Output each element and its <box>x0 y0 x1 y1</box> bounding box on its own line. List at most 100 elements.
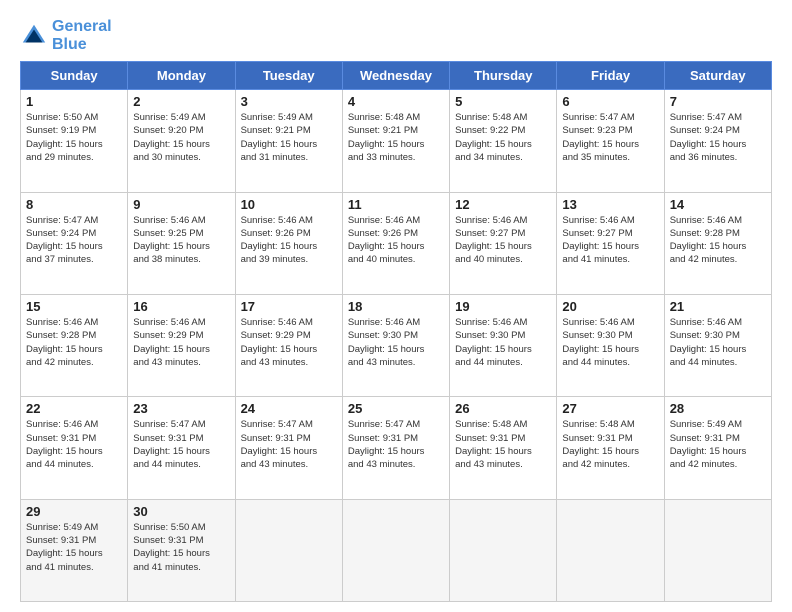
calendar-empty-cell <box>450 499 557 601</box>
day-number: 13 <box>562 197 658 212</box>
calendar-day-1: 1Sunrise: 5:50 AM Sunset: 9:19 PM Daylig… <box>21 90 128 192</box>
calendar-day-11: 11 Sunrise: 5:46 AM Sunset: 9:26 PM Dayli… <box>342 192 449 294</box>
day-info: Sunrise: 5:46 AM Sunset: 9:30 PM Dayligh… <box>348 316 444 369</box>
calendar-day-30: 30 Sunrise: 5:50 AM Sunset: 9:31 PM Dayli… <box>128 499 235 601</box>
calendar-empty-cell <box>235 499 342 601</box>
day-number: 10 <box>241 197 337 212</box>
calendar-day-16: 16 Sunrise: 5:46 AM Sunset: 9:29 PM Dayli… <box>128 294 235 396</box>
day-number: 8 <box>26 197 122 212</box>
day-number: 25 <box>348 401 444 416</box>
day-info: Sunrise: 5:47 AM Sunset: 9:31 PM Dayligh… <box>133 418 229 471</box>
day-info: Sunrise: 5:46 AM Sunset: 9:26 PM Dayligh… <box>348 214 444 267</box>
day-info: Sunrise: 5:49 AM Sunset: 9:31 PM Dayligh… <box>26 521 122 574</box>
day-number: 9 <box>133 197 229 212</box>
page: General Blue SundayMondayTuesdayWednesda… <box>0 0 792 612</box>
calendar-week-row: 1Sunrise: 5:50 AM Sunset: 9:19 PM Daylig… <box>21 90 772 192</box>
weekday-header-tuesday: Tuesday <box>235 62 342 90</box>
header: General Blue <box>20 18 772 53</box>
calendar-day-2: 2 Sunrise: 5:49 AM Sunset: 9:20 PM Daylig… <box>128 90 235 192</box>
day-number: 22 <box>26 401 122 416</box>
weekday-header-friday: Friday <box>557 62 664 90</box>
weekday-header-monday: Monday <box>128 62 235 90</box>
calendar-day-19: 19 Sunrise: 5:46 AM Sunset: 9:30 PM Dayli… <box>450 294 557 396</box>
weekday-header-wednesday: Wednesday <box>342 62 449 90</box>
calendar-day-29: 29 Sunrise: 5:49 AM Sunset: 9:31 PM Dayli… <box>21 499 128 601</box>
day-number: 14 <box>670 197 766 212</box>
calendar-day-7: 7Sunrise: 5:47 AM Sunset: 9:24 PM Daylig… <box>664 90 771 192</box>
day-number: 4 <box>348 94 444 109</box>
day-info: Sunrise: 5:47 AM Sunset: 9:31 PM Dayligh… <box>348 418 444 471</box>
day-number: 3 <box>241 94 337 109</box>
day-number: 6 <box>562 94 658 109</box>
calendar-week-row: 29 Sunrise: 5:49 AM Sunset: 9:31 PM Dayli… <box>21 499 772 601</box>
weekday-header-sunday: Sunday <box>21 62 128 90</box>
weekday-header-row: SundayMondayTuesdayWednesdayThursdayFrid… <box>21 62 772 90</box>
calendar-empty-cell <box>557 499 664 601</box>
calendar-day-23: 23 Sunrise: 5:47 AM Sunset: 9:31 PM Dayli… <box>128 397 235 499</box>
calendar-day-25: 25 Sunrise: 5:47 AM Sunset: 9:31 PM Dayli… <box>342 397 449 499</box>
calendar-table: SundayMondayTuesdayWednesdayThursdayFrid… <box>20 61 772 602</box>
day-info: Sunrise: 5:46 AM Sunset: 9:27 PM Dayligh… <box>455 214 551 267</box>
day-info: Sunrise: 5:46 AM Sunset: 9:25 PM Dayligh… <box>133 214 229 267</box>
calendar-week-row: 8 Sunrise: 5:47 AM Sunset: 9:24 PM Daylig… <box>21 192 772 294</box>
day-info: Sunrise: 5:48 AM Sunset: 9:21 PM Dayligh… <box>348 111 444 164</box>
calendar-day-27: 27 Sunrise: 5:48 AM Sunset: 9:31 PM Dayli… <box>557 397 664 499</box>
day-number: 21 <box>670 299 766 314</box>
day-info: Sunrise: 5:47 AM Sunset: 9:24 PM Dayligh… <box>670 111 766 164</box>
day-number: 11 <box>348 197 444 212</box>
day-info: Sunrise: 5:47 AM Sunset: 9:24 PM Dayligh… <box>26 214 122 267</box>
logo-icon <box>20 22 48 50</box>
calendar-week-row: 15Sunrise: 5:46 AM Sunset: 9:28 PM Dayli… <box>21 294 772 396</box>
calendar-day-22: 22Sunrise: 5:46 AM Sunset: 9:31 PM Dayli… <box>21 397 128 499</box>
calendar-day-12: 12 Sunrise: 5:46 AM Sunset: 9:27 PM Dayli… <box>450 192 557 294</box>
day-info: Sunrise: 5:46 AM Sunset: 9:29 PM Dayligh… <box>133 316 229 369</box>
calendar-day-17: 17 Sunrise: 5:46 AM Sunset: 9:29 PM Dayli… <box>235 294 342 396</box>
day-number: 24 <box>241 401 337 416</box>
day-number: 16 <box>133 299 229 314</box>
day-number: 2 <box>133 94 229 109</box>
logo-text: General Blue <box>52 18 112 53</box>
day-info: Sunrise: 5:48 AM Sunset: 9:31 PM Dayligh… <box>455 418 551 471</box>
day-info: Sunrise: 5:50 AM Sunset: 9:31 PM Dayligh… <box>133 521 229 574</box>
day-info: Sunrise: 5:47 AM Sunset: 9:31 PM Dayligh… <box>241 418 337 471</box>
calendar-day-21: 21Sunrise: 5:46 AM Sunset: 9:30 PM Dayli… <box>664 294 771 396</box>
calendar-day-5: 5Sunrise: 5:48 AM Sunset: 9:22 PM Daylig… <box>450 90 557 192</box>
calendar-empty-cell <box>664 499 771 601</box>
calendar-day-6: 6 Sunrise: 5:47 AM Sunset: 9:23 PM Daylig… <box>557 90 664 192</box>
day-number: 28 <box>670 401 766 416</box>
day-number: 30 <box>133 504 229 519</box>
day-number: 23 <box>133 401 229 416</box>
calendar-day-3: 3Sunrise: 5:49 AM Sunset: 9:21 PM Daylig… <box>235 90 342 192</box>
calendar-day-14: 14Sunrise: 5:46 AM Sunset: 9:28 PM Dayli… <box>664 192 771 294</box>
day-number: 27 <box>562 401 658 416</box>
calendar-day-9: 9 Sunrise: 5:46 AM Sunset: 9:25 PM Daylig… <box>128 192 235 294</box>
day-info: Sunrise: 5:48 AM Sunset: 9:31 PM Dayligh… <box>562 418 658 471</box>
calendar-day-13: 13 Sunrise: 5:46 AM Sunset: 9:27 PM Dayli… <box>557 192 664 294</box>
day-info: Sunrise: 5:46 AM Sunset: 9:29 PM Dayligh… <box>241 316 337 369</box>
day-info: Sunrise: 5:49 AM Sunset: 9:20 PM Dayligh… <box>133 111 229 164</box>
day-number: 19 <box>455 299 551 314</box>
calendar-day-18: 18 Sunrise: 5:46 AM Sunset: 9:30 PM Dayli… <box>342 294 449 396</box>
calendar-day-4: 4 Sunrise: 5:48 AM Sunset: 9:21 PM Daylig… <box>342 90 449 192</box>
calendar-day-26: 26Sunrise: 5:48 AM Sunset: 9:31 PM Dayli… <box>450 397 557 499</box>
day-info: Sunrise: 5:46 AM Sunset: 9:30 PM Dayligh… <box>562 316 658 369</box>
day-info: Sunrise: 5:46 AM Sunset: 9:30 PM Dayligh… <box>455 316 551 369</box>
weekday-header-saturday: Saturday <box>664 62 771 90</box>
day-number: 29 <box>26 504 122 519</box>
day-number: 17 <box>241 299 337 314</box>
day-info: Sunrise: 5:50 AM Sunset: 9:19 PM Dayligh… <box>26 111 122 164</box>
calendar-empty-cell <box>342 499 449 601</box>
day-info: Sunrise: 5:47 AM Sunset: 9:23 PM Dayligh… <box>562 111 658 164</box>
day-number: 5 <box>455 94 551 109</box>
calendar-week-row: 22Sunrise: 5:46 AM Sunset: 9:31 PM Dayli… <box>21 397 772 499</box>
day-number: 18 <box>348 299 444 314</box>
day-info: Sunrise: 5:46 AM Sunset: 9:27 PM Dayligh… <box>562 214 658 267</box>
day-info: Sunrise: 5:46 AM Sunset: 9:26 PM Dayligh… <box>241 214 337 267</box>
calendar-day-10: 10 Sunrise: 5:46 AM Sunset: 9:26 PM Dayli… <box>235 192 342 294</box>
day-number: 20 <box>562 299 658 314</box>
day-number: 15 <box>26 299 122 314</box>
calendar-day-15: 15Sunrise: 5:46 AM Sunset: 9:28 PM Dayli… <box>21 294 128 396</box>
day-number: 12 <box>455 197 551 212</box>
calendar-day-8: 8 Sunrise: 5:47 AM Sunset: 9:24 PM Daylig… <box>21 192 128 294</box>
calendar-day-24: 24 Sunrise: 5:47 AM Sunset: 9:31 PM Dayli… <box>235 397 342 499</box>
